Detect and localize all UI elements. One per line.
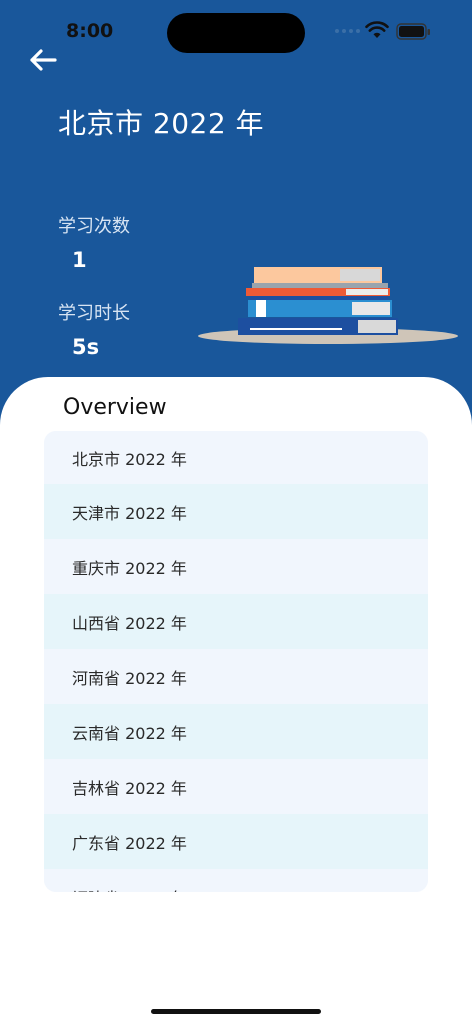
list-item[interactable]: 福建省 2022 年 [44, 869, 428, 892]
list-item[interactable]: 吉林省 2022 年 [44, 759, 428, 814]
home-indicator[interactable] [151, 1009, 321, 1014]
list-item[interactable]: 山西省 2022 年 [44, 594, 428, 649]
status-bar: 8:00 [0, 0, 472, 60]
list-item[interactable]: 广东省 2022 年 [44, 814, 428, 869]
battery-icon [396, 23, 430, 40]
list-item[interactable]: 重庆市 2022 年 [44, 539, 428, 594]
overview-title: Overview [63, 395, 167, 420]
back-arrow-icon [30, 49, 57, 71]
dynamic-island [167, 13, 305, 53]
study-count-label: 学习次数 [58, 216, 130, 237]
status-time: 8:00 [66, 20, 114, 42]
cellular-signal-icon [335, 29, 360, 33]
page-title: 北京市 2022 年 [58, 107, 265, 140]
study-count-value: 1 [72, 248, 87, 272]
list-item[interactable]: 河南省 2022 年 [44, 649, 428, 704]
books-illustration [198, 267, 458, 344]
back-button[interactable] [24, 42, 62, 78]
list-item[interactable]: 北京市 2022 年 [44, 431, 428, 484]
study-duration-value: 5s [72, 335, 100, 359]
wifi-icon [365, 21, 389, 38]
study-duration-label: 学习时长 [58, 303, 130, 324]
list-item[interactable]: 天津市 2022 年 [44, 484, 428, 539]
overview-list[interactable]: 北京市 2022 年 天津市 2022 年 重庆市 2022 年 山西省 202… [44, 431, 428, 892]
list-item[interactable]: 云南省 2022 年 [44, 704, 428, 759]
